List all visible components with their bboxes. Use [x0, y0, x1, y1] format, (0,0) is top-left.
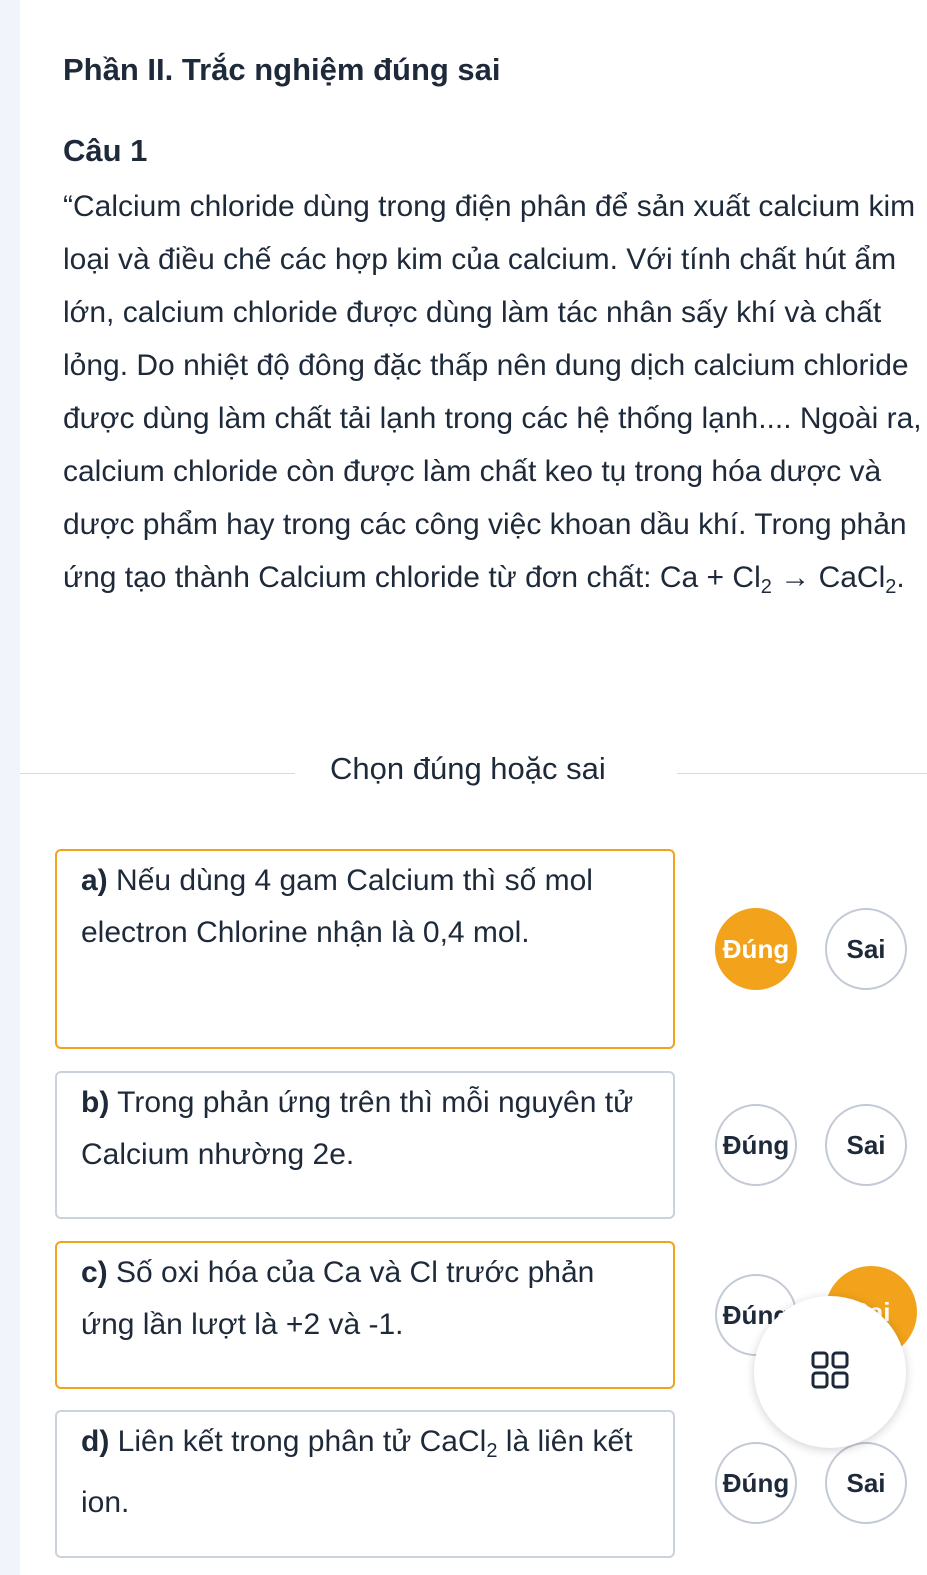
formula-cacl2: CaCl2: [419, 1425, 498, 1462]
option-text: Nếu dùng 4 gam Calcium thì số mol electr…: [81, 864, 593, 949]
reaction-equation: Ca + Cl2 → CaCl2.: [659, 561, 905, 598]
option-text-before: Liên kết trong phân tử: [117, 1425, 412, 1458]
choose-divider: Chọn đúng hoặc sai: [20, 745, 927, 805]
option-b-true-button[interactable]: Đúng: [715, 1104, 797, 1186]
divider-line: [677, 773, 927, 774]
plus-sign: +: [706, 561, 725, 594]
option-a-true-button[interactable]: Đúng: [715, 908, 797, 990]
option-text: Số oxi hóa của Ca và Cl trước phản ứng l…: [81, 1256, 595, 1341]
option-d-false-button[interactable]: Sai: [825, 1442, 907, 1524]
reactant-ca: Ca: [659, 561, 699, 594]
divider-label: Chọn đúng hoặc sai: [330, 751, 606, 786]
option-card-c: c) Số oxi hóa của Ca và Cl trước phản ứn…: [55, 1241, 675, 1389]
option-d-true-button[interactable]: Đúng: [715, 1442, 797, 1524]
floating-menu-button[interactable]: [754, 1296, 906, 1448]
option-card-b: b) Trong phản ứng trên thì mỗi nguyên tử…: [55, 1071, 675, 1219]
option-letter: a): [81, 864, 108, 897]
option-text: Trong phản ứng trên thì mỗi nguyên tử Ca…: [81, 1086, 634, 1171]
option-letter: c): [81, 1256, 108, 1289]
option-letter: b): [81, 1086, 110, 1119]
question-label: Câu 1: [63, 133, 148, 168]
option-a-false-button[interactable]: Sai: [825, 908, 907, 990]
section-title: Phần II. Trắc nghiệm đúng sai: [63, 52, 501, 87]
divider-line: [20, 773, 295, 774]
arrow-icon: →: [780, 561, 811, 594]
grid-icon: [810, 1350, 850, 1395]
question-text: “Calcium chloride dùng trong điện phân đ…: [63, 180, 925, 614]
question-paragraph: “Calcium chloride dùng trong điện phân đ…: [63, 190, 922, 594]
option-letter: d): [81, 1425, 110, 1458]
option-card-d: d) Liên kết trong phân tử CaCl2 là liên …: [55, 1410, 675, 1558]
option-card-a: a) Nếu dùng 4 gam Calcium thì số mol ele…: [55, 849, 675, 1049]
reactant-cl2: Cl2: [732, 561, 772, 598]
product-cacl2: CaCl2: [818, 561, 897, 598]
option-b-false-button[interactable]: Sai: [825, 1104, 907, 1186]
left-edge-strip: [0, 0, 20, 1575]
